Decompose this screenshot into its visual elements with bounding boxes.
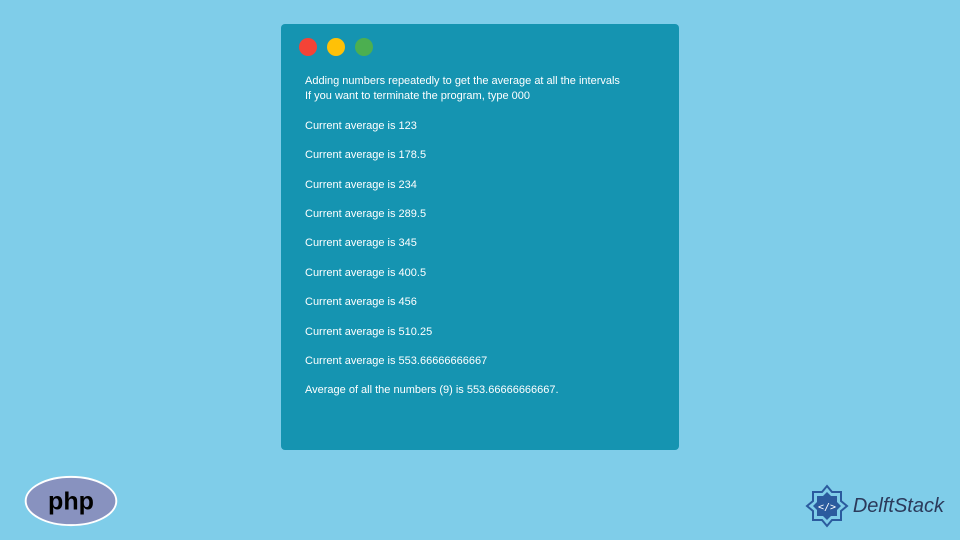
close-icon[interactable] <box>299 38 317 56</box>
average-line: Current average is 400.5 <box>305 266 661 281</box>
delftstack-icon: </> <box>805 484 849 528</box>
intro-line-2: If you want to terminate the program, ty… <box>305 89 661 104</box>
average-line: Current average is 553.66666666667 <box>305 354 661 369</box>
average-line: Current average is 289.5 <box>305 207 661 222</box>
terminal-window: Adding numbers repeatedly to get the ave… <box>281 24 679 450</box>
window-titlebar <box>299 38 661 56</box>
intro-line-1: Adding numbers repeatedly to get the ave… <box>305 74 661 89</box>
minimize-icon[interactable] <box>327 38 345 56</box>
php-logo: php <box>22 474 120 528</box>
average-line: Current average is 178.5 <box>305 148 661 163</box>
svg-text:</>: </> <box>818 502 836 513</box>
terminal-output: Adding numbers repeatedly to get the ave… <box>299 74 661 399</box>
average-line: Current average is 456 <box>305 295 661 310</box>
average-line: Current average is 510.25 <box>305 325 661 340</box>
delftstack-text: DelftStack <box>853 495 944 518</box>
average-line: Current average is 345 <box>305 236 661 251</box>
average-line: Current average is 234 <box>305 178 661 193</box>
delftstack-logo: </> DelftStack <box>805 484 944 528</box>
php-logo-text: php <box>48 488 94 516</box>
maximize-icon[interactable] <box>355 38 373 56</box>
final-average-line: Average of all the numbers (9) is 553.66… <box>305 383 661 398</box>
average-line: Current average is 123 <box>305 119 661 134</box>
